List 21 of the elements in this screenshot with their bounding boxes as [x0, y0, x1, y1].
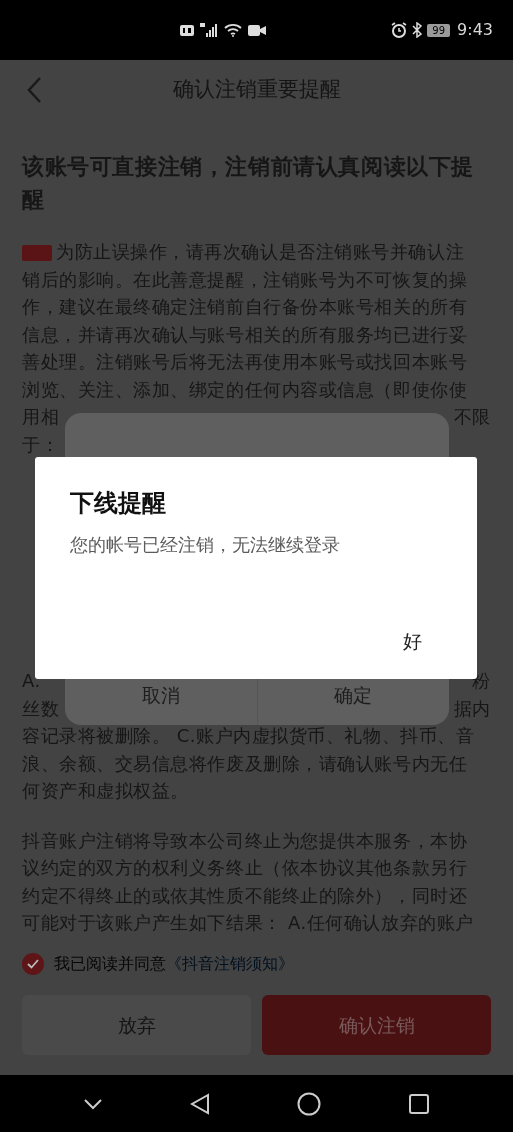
bluetooth-icon: [412, 22, 423, 38]
signal-icon: [200, 23, 218, 37]
confirm-button[interactable]: 确认注销: [262, 995, 491, 1055]
hd-icon: [180, 24, 194, 36]
agree-checkbox[interactable]: [22, 953, 44, 975]
alarm-icon: [391, 22, 408, 38]
agreement-text: 我已阅读并同意: [54, 953, 166, 975]
dialog-title: 下线提醒: [70, 488, 167, 519]
cancel-button[interactable]: 取消: [65, 666, 257, 725]
check-icon: [27, 959, 39, 969]
home-circle-icon[interactable]: [296, 1091, 321, 1116]
terms-link[interactable]: 《抖音注销须知》: [166, 952, 294, 976]
recents-square-icon[interactable]: [407, 1092, 430, 1115]
battery-indicator: 99: [427, 23, 451, 37]
dialog-message: 您的帐号已经注销，无法继续登录: [70, 533, 341, 557]
back-triangle-icon[interactable]: [190, 1092, 211, 1115]
ok-button[interactable]: 好: [399, 626, 426, 655]
chevron-down-icon[interactable]: [83, 1097, 104, 1110]
video-camera-icon: [248, 24, 266, 36]
clock-time: 9:43: [457, 19, 493, 41]
wifi-icon: [224, 23, 242, 37]
